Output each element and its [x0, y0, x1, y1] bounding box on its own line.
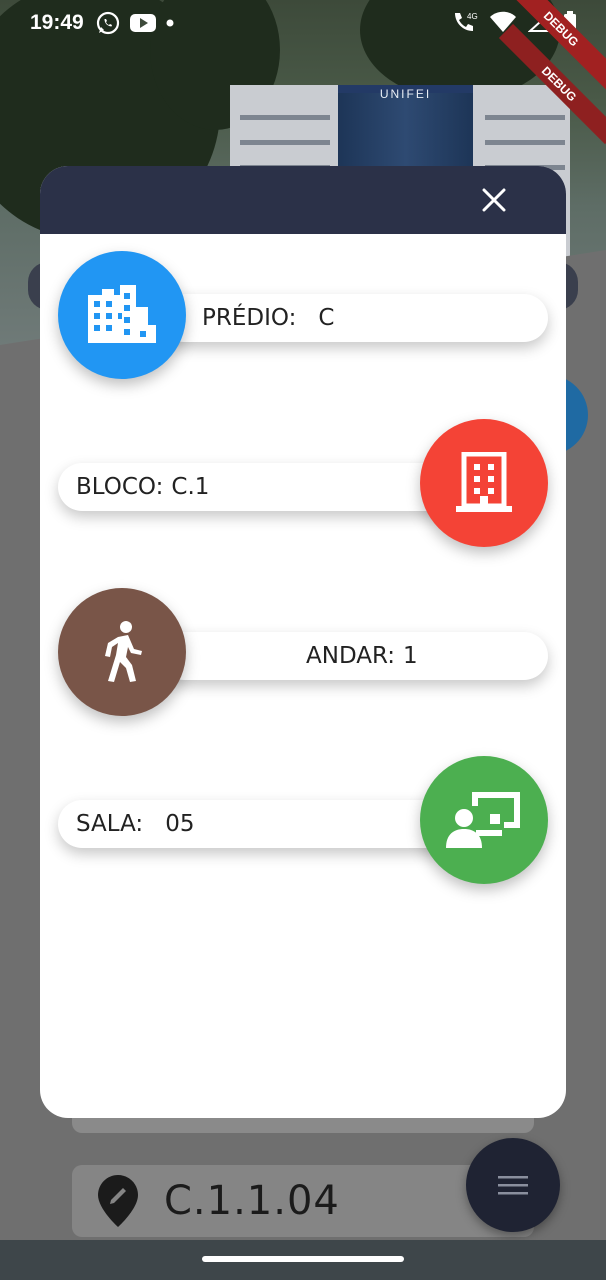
- whatsapp-icon: [96, 11, 119, 35]
- room-info-pill: SALA: 05: [58, 800, 458, 848]
- location-code: C.1.1.04: [164, 1178, 340, 1224]
- system-navigation-bar: [0, 1240, 606, 1280]
- dot-icon: [166, 19, 174, 27]
- home-gesture-handle[interactable]: [202, 1256, 404, 1262]
- classroom-icon: [446, 792, 520, 848]
- edit-location-pin-icon: [98, 1175, 138, 1227]
- close-icon: [482, 188, 506, 212]
- floor-value: 1: [403, 643, 418, 669]
- building-icon: [88, 285, 156, 343]
- room-label: SALA:: [76, 811, 144, 837]
- building-label: PRÉDIO:: [202, 305, 297, 331]
- block-label: BLOCO:: [76, 474, 164, 500]
- block-value: C.1: [171, 474, 210, 500]
- block-circle-button[interactable]: [420, 419, 548, 547]
- building-circle-button[interactable]: [58, 251, 186, 379]
- floor-circle-button[interactable]: [58, 588, 186, 716]
- building-info-pill: PRÉDIO: C: [160, 294, 548, 342]
- building-value: C: [318, 305, 335, 331]
- room-value: 05: [165, 811, 195, 837]
- building-sign: UNIFEI: [379, 87, 432, 101]
- office-block-icon: [456, 452, 512, 512]
- close-button[interactable]: [480, 186, 508, 214]
- block-info-pill: BLOCO: C.1: [58, 463, 458, 511]
- call-4g-icon: 4G: [455, 12, 478, 31]
- floor-info-pill: ANDAR: 1: [160, 632, 548, 680]
- floor-label: ANDAR:: [306, 643, 396, 669]
- youtube-icon: [129, 14, 156, 32]
- location-code-card[interactable]: C.1.1.04: [72, 1165, 534, 1237]
- menu-fab[interactable]: [466, 1138, 560, 1232]
- svg-text:4G: 4G: [467, 12, 478, 21]
- menu-icon: [498, 1176, 528, 1195]
- status-time: 19:49: [30, 11, 84, 34]
- walking-person-icon: [105, 621, 142, 682]
- room-circle-button[interactable]: [420, 756, 548, 884]
- location-details-dialog: PRÉDIO: C BLOCO: C.1 ANDAR: 1 SALA: 05: [40, 166, 566, 1118]
- dialog-header: [40, 166, 566, 234]
